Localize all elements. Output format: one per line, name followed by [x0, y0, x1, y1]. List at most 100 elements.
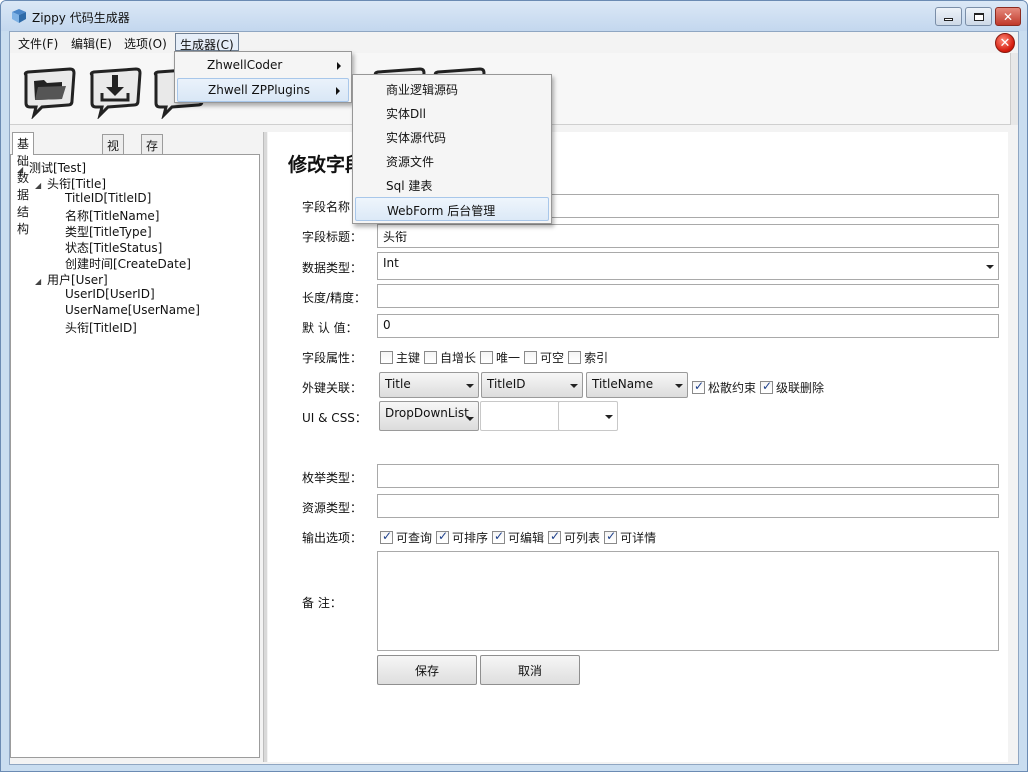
ui-control-value: DropDownList	[385, 406, 469, 420]
toolbar-scrollbar[interactable]	[1010, 53, 1018, 125]
menu-file[interactable]: 文件(F)	[14, 33, 62, 51]
fk-key-select[interactable]: TitleID	[481, 372, 583, 398]
checkbox-label: 可详情	[620, 531, 657, 545]
queryable-checkbox[interactable]	[380, 529, 393, 544]
menu-item-zhwellcoder[interactable]: ZhwellCoder	[177, 54, 349, 78]
tree-node-field[interactable]: UserID[UserID]	[65, 287, 155, 301]
fk-table-select[interactable]: Title	[379, 372, 479, 398]
foreign-key-label: 外键关联：	[302, 381, 363, 395]
tree-node-field[interactable]: UserName[UserName]	[65, 303, 200, 317]
menu-item-sql-create[interactable]: Sql 建表	[355, 173, 549, 197]
tree-node-label: 头衔[Title]	[47, 177, 107, 191]
maximize-button[interactable]	[965, 7, 992, 26]
listable-checkbox[interactable]	[548, 529, 562, 544]
menu-item-label: Zhwell ZPPlugins	[208, 83, 310, 97]
title-bar[interactable]: Zippy 代码生成器 ✕	[1, 1, 1027, 31]
close-window-button[interactable]: ✕	[995, 7, 1021, 26]
tree-node-field[interactable]: 状态[TitleStatus]	[65, 239, 162, 256]
tab-stored-procedures[interactable]: 存储过程	[141, 134, 164, 204]
fk-key-value: TitleID	[487, 377, 526, 391]
ui-css-input[interactable]	[480, 401, 560, 431]
remark-textarea[interactable]	[377, 551, 999, 651]
menu-item-business-logic[interactable]: 商业逻辑源码	[355, 77, 549, 101]
fk-options: 松散约束 级联删除	[690, 379, 826, 396]
primary-key-checkbox[interactable]	[380, 351, 393, 364]
cancel-button[interactable]: 取消	[480, 655, 580, 685]
menu-item-resource-file[interactable]: 资源文件	[355, 149, 549, 173]
chevron-down-icon	[570, 384, 578, 388]
schema-tree[interactable]: ◢测试[Test] ◢头衔[Title] TitleID[TitleID] 名称…	[10, 154, 260, 758]
output-options: 可查询 可排序 可编辑 可列表 可详情	[378, 529, 658, 546]
menu-item-webform-admin[interactable]: WebForm 后台管理	[355, 197, 549, 221]
fk-display-value: TitleName	[592, 377, 654, 391]
field-attributes: 主键 自增长 唯一 可空 索引	[378, 349, 610, 366]
field-title-input[interactable]: 头衔	[377, 224, 999, 248]
menu-item-zpplugins[interactable]: Zhwell ZPPlugins	[177, 78, 349, 102]
checkbox-label: 可查询	[396, 531, 433, 545]
tree-node-title[interactable]: ◢ 头衔[Title]	[35, 175, 106, 192]
output-options-label: 输出选项：	[302, 531, 363, 545]
submenu-arrow-icon	[337, 62, 341, 70]
checkbox-label: 可列表	[564, 531, 601, 545]
cascade-delete-checkbox[interactable]	[760, 379, 774, 394]
maximize-icon	[973, 12, 984, 21]
expand-triangle-icon[interactable]: ◢	[35, 277, 47, 286]
tree-node-field[interactable]: TitleID[TitleID]	[65, 191, 151, 205]
tree-node-field[interactable]: 类型[TitleType]	[65, 223, 152, 240]
close-icon: ✕	[1002, 9, 1014, 24]
minimize-icon	[944, 18, 953, 21]
checkbox-label: 松散约束	[708, 381, 757, 395]
tree-node-user[interactable]: ◢ 用户[User]	[35, 271, 108, 288]
index-checkbox[interactable]	[568, 351, 582, 364]
default-value-label: 默 认 值：	[302, 321, 358, 335]
download-icon[interactable]	[86, 61, 144, 119]
checkbox-label: 索引	[584, 351, 609, 365]
app-window: Zippy 代码生成器 ✕ 文件(F) 编辑(E) 选项(O) 生成器(C) ✕	[0, 0, 1028, 772]
chevron-down-icon	[466, 417, 474, 421]
auto-increment-checkbox[interactable]	[424, 351, 438, 364]
sortable-checkbox[interactable]	[436, 529, 450, 544]
menu-options[interactable]: 选项(O)	[120, 33, 171, 51]
data-type-select[interactable]: Int	[377, 252, 999, 280]
chevron-down-icon	[466, 384, 474, 388]
menu-edit[interactable]: 编辑(E)	[67, 33, 116, 51]
close-document-icon[interactable]: ✕	[995, 33, 1015, 53]
panel-splitter[interactable]	[263, 132, 267, 762]
length-label: 长度/精度：	[302, 291, 367, 305]
field-attributes-label: 字段属性：	[302, 351, 363, 365]
enum-type-input[interactable]	[377, 464, 999, 488]
unique-checkbox[interactable]	[480, 351, 494, 364]
checkbox-label: 主键	[396, 351, 421, 365]
tree-node-field[interactable]: 名称[TitleName]	[65, 207, 159, 224]
tab-views[interactable]: 视图	[102, 134, 125, 170]
expand-triangle-icon[interactable]: ◢	[35, 181, 47, 190]
save-button[interactable]: 保存	[377, 655, 477, 685]
menu-generator[interactable]: 生成器(C)	[175, 33, 239, 52]
tree-node-field[interactable]: 创建时间[CreateDate]	[65, 255, 191, 272]
default-value-input[interactable]: 0	[377, 314, 999, 338]
resource-type-label: 资源类型：	[302, 501, 363, 515]
fk-display-select[interactable]: TitleName	[586, 372, 688, 398]
generator-menu: ZhwellCoder Zhwell ZPPlugins	[174, 51, 352, 103]
editable-checkbox[interactable]	[492, 529, 506, 544]
ui-css-select[interactable]	[558, 401, 618, 431]
loose-constraint-checkbox[interactable]	[692, 379, 705, 394]
detailable-checkbox[interactable]	[604, 529, 618, 544]
resource-type-input[interactable]	[377, 494, 999, 518]
menu-item-entity-source[interactable]: 实体源代码	[355, 125, 549, 149]
ui-control-select[interactable]: DropDownList	[379, 401, 479, 431]
length-input[interactable]	[377, 284, 999, 308]
checkbox-label: 级联删除	[776, 381, 825, 395]
enum-type-label: 枚举类型：	[302, 471, 363, 485]
folder-open-icon[interactable]	[20, 61, 78, 119]
menu-item-entity-dll[interactable]: 实体Dll	[355, 101, 549, 125]
minimize-button[interactable]	[935, 7, 962, 26]
chevron-down-icon	[986, 265, 994, 269]
checkbox-label: 可空	[540, 351, 565, 365]
ui-css-label: UI & CSS：	[302, 411, 367, 425]
checkbox-label: 可排序	[452, 531, 489, 545]
checkbox-label: 唯一	[496, 351, 521, 365]
tab-base-structure[interactable]: 基础数据结构	[12, 132, 35, 236]
nullable-checkbox[interactable]	[524, 351, 538, 364]
tree-node-field[interactable]: 头衔[TitleID]	[65, 319, 137, 336]
